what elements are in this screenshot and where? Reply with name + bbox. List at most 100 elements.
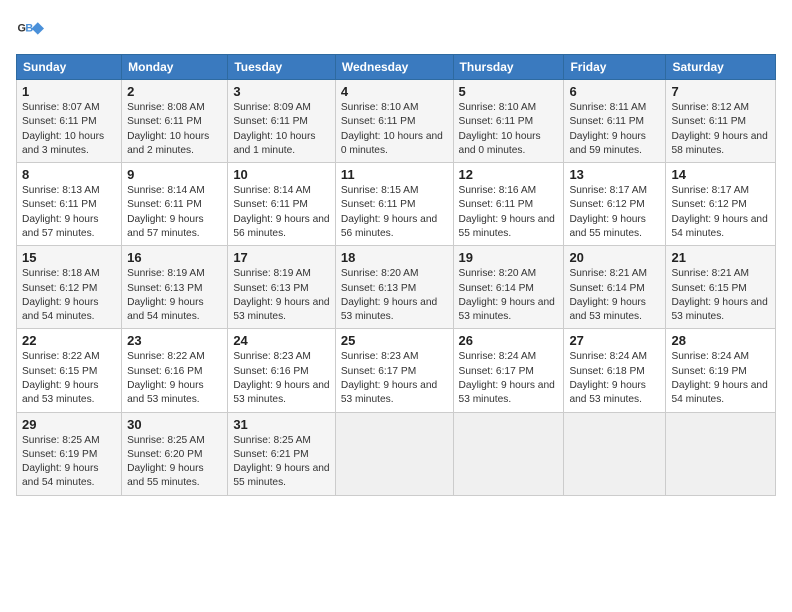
day-info: Sunrise: 8:11 AM Sunset: 6:11 PM Dayligh… [569,101,660,158]
calendar-cell [453,412,564,495]
calendar-week-1: 1 Sunrise: 8:07 AM Sunset: 6:11 PM Dayli… [17,80,776,163]
calendar-cell: 15 Sunrise: 8:18 AM Sunset: 6:12 PM Dayl… [17,246,122,329]
day-info: Sunrise: 8:07 AM Sunset: 6:11 PM Dayligh… [22,101,116,158]
calendar-cell: 25 Sunrise: 8:23 AM Sunset: 6:17 PM Dayl… [335,329,453,412]
day-number: 19 [459,250,559,265]
calendar-cell: 21 Sunrise: 8:21 AM Sunset: 6:15 PM Dayl… [666,246,776,329]
day-info: Sunrise: 8:25 AM Sunset: 6:21 PM Dayligh… [233,434,330,491]
day-info: Sunrise: 8:21 AM Sunset: 6:15 PM Dayligh… [671,267,770,324]
calendar-cell: 20 Sunrise: 8:21 AM Sunset: 6:14 PM Dayl… [564,246,666,329]
day-info: Sunrise: 8:18 AM Sunset: 6:12 PM Dayligh… [22,267,116,324]
day-number: 14 [671,167,770,182]
calendar-cell: 8 Sunrise: 8:13 AM Sunset: 6:11 PM Dayli… [17,163,122,246]
day-info: Sunrise: 8:16 AM Sunset: 6:11 PM Dayligh… [459,184,559,241]
calendar-cell: 13 Sunrise: 8:17 AM Sunset: 6:12 PM Dayl… [564,163,666,246]
calendar-cell: 9 Sunrise: 8:14 AM Sunset: 6:11 PM Dayli… [122,163,228,246]
day-number: 3 [233,84,330,99]
day-number: 4 [341,84,448,99]
day-info: Sunrise: 8:14 AM Sunset: 6:11 PM Dayligh… [127,184,222,241]
day-info: Sunrise: 8:22 AM Sunset: 6:16 PM Dayligh… [127,350,222,407]
day-of-week-monday: Monday [122,55,228,80]
calendar-cell: 30 Sunrise: 8:25 AM Sunset: 6:20 PM Dayl… [122,412,228,495]
day-number: 5 [459,84,559,99]
day-number: 18 [341,250,448,265]
calendar-week-2: 8 Sunrise: 8:13 AM Sunset: 6:11 PM Dayli… [17,163,776,246]
calendar-cell: 22 Sunrise: 8:22 AM Sunset: 6:15 PM Dayl… [17,329,122,412]
day-info: Sunrise: 8:19 AM Sunset: 6:13 PM Dayligh… [233,267,330,324]
day-number: 6 [569,84,660,99]
day-number: 2 [127,84,222,99]
calendar-cell: 28 Sunrise: 8:24 AM Sunset: 6:19 PM Dayl… [666,329,776,412]
calendar-cell: 11 Sunrise: 8:15 AM Sunset: 6:11 PM Dayl… [335,163,453,246]
day-number: 13 [569,167,660,182]
day-info: Sunrise: 8:08 AM Sunset: 6:11 PM Dayligh… [127,101,222,158]
day-number: 24 [233,333,330,348]
calendar-cell: 1 Sunrise: 8:07 AM Sunset: 6:11 PM Dayli… [17,80,122,163]
day-number: 22 [22,333,116,348]
day-info: Sunrise: 8:17 AM Sunset: 6:12 PM Dayligh… [569,184,660,241]
day-info: Sunrise: 8:24 AM Sunset: 6:18 PM Dayligh… [569,350,660,407]
day-number: 20 [569,250,660,265]
calendar-cell [564,412,666,495]
day-number: 27 [569,333,660,348]
day-number: 16 [127,250,222,265]
calendar-cell: 23 Sunrise: 8:22 AM Sunset: 6:16 PM Dayl… [122,329,228,412]
calendar-cell: 10 Sunrise: 8:14 AM Sunset: 6:11 PM Dayl… [228,163,336,246]
day-info: Sunrise: 8:10 AM Sunset: 6:11 PM Dayligh… [459,101,559,158]
page-header: G B [16,16,776,44]
day-of-week-tuesday: Tuesday [228,55,336,80]
day-number: 9 [127,167,222,182]
day-info: Sunrise: 8:09 AM Sunset: 6:11 PM Dayligh… [233,101,330,158]
day-info: Sunrise: 8:20 AM Sunset: 6:14 PM Dayligh… [459,267,559,324]
day-info: Sunrise: 8:12 AM Sunset: 6:11 PM Dayligh… [671,101,770,158]
day-number: 7 [671,84,770,99]
calendar-cell: 7 Sunrise: 8:12 AM Sunset: 6:11 PM Dayli… [666,80,776,163]
day-of-week-wednesday: Wednesday [335,55,453,80]
calendar-cell: 3 Sunrise: 8:09 AM Sunset: 6:11 PM Dayli… [228,80,336,163]
day-number: 10 [233,167,330,182]
calendar-cell: 17 Sunrise: 8:19 AM Sunset: 6:13 PM Dayl… [228,246,336,329]
day-info: Sunrise: 8:19 AM Sunset: 6:13 PM Dayligh… [127,267,222,324]
calendar-cell: 24 Sunrise: 8:23 AM Sunset: 6:16 PM Dayl… [228,329,336,412]
logo: G B [16,16,48,44]
day-info: Sunrise: 8:14 AM Sunset: 6:11 PM Dayligh… [233,184,330,241]
day-number: 28 [671,333,770,348]
day-number: 15 [22,250,116,265]
day-info: Sunrise: 8:20 AM Sunset: 6:13 PM Dayligh… [341,267,448,324]
calendar-cell [666,412,776,495]
day-of-week-thursday: Thursday [453,55,564,80]
calendar-cell: 31 Sunrise: 8:25 AM Sunset: 6:21 PM Dayl… [228,412,336,495]
day-number: 8 [22,167,116,182]
day-number: 21 [671,250,770,265]
day-info: Sunrise: 8:23 AM Sunset: 6:16 PM Dayligh… [233,350,330,407]
calendar-cell [335,412,453,495]
day-number: 25 [341,333,448,348]
day-number: 29 [22,417,116,432]
day-info: Sunrise: 8:13 AM Sunset: 6:11 PM Dayligh… [22,184,116,241]
calendar-cell: 5 Sunrise: 8:10 AM Sunset: 6:11 PM Dayli… [453,80,564,163]
day-of-week-friday: Friday [564,55,666,80]
day-info: Sunrise: 8:23 AM Sunset: 6:17 PM Dayligh… [341,350,448,407]
calendar-cell: 6 Sunrise: 8:11 AM Sunset: 6:11 PM Dayli… [564,80,666,163]
day-of-week-sunday: Sunday [17,55,122,80]
day-info: Sunrise: 8:17 AM Sunset: 6:12 PM Dayligh… [671,184,770,241]
calendar-cell: 12 Sunrise: 8:16 AM Sunset: 6:11 PM Dayl… [453,163,564,246]
day-info: Sunrise: 8:22 AM Sunset: 6:15 PM Dayligh… [22,350,116,407]
calendar-cell: 16 Sunrise: 8:19 AM Sunset: 6:13 PM Dayl… [122,246,228,329]
day-info: Sunrise: 8:25 AM Sunset: 6:19 PM Dayligh… [22,434,116,491]
day-number: 26 [459,333,559,348]
day-of-week-saturday: Saturday [666,55,776,80]
day-info: Sunrise: 8:24 AM Sunset: 6:19 PM Dayligh… [671,350,770,407]
calendar-table: SundayMondayTuesdayWednesdayThursdayFrid… [16,54,776,496]
calendar-cell: 18 Sunrise: 8:20 AM Sunset: 6:13 PM Dayl… [335,246,453,329]
logo-icon: G B [16,16,44,44]
day-number: 23 [127,333,222,348]
day-number: 12 [459,167,559,182]
calendar-cell: 29 Sunrise: 8:25 AM Sunset: 6:19 PM Dayl… [17,412,122,495]
calendar-cell: 19 Sunrise: 8:20 AM Sunset: 6:14 PM Dayl… [453,246,564,329]
day-number: 30 [127,417,222,432]
day-info: Sunrise: 8:24 AM Sunset: 6:17 PM Dayligh… [459,350,559,407]
calendar-week-4: 22 Sunrise: 8:22 AM Sunset: 6:15 PM Dayl… [17,329,776,412]
day-info: Sunrise: 8:10 AM Sunset: 6:11 PM Dayligh… [341,101,448,158]
calendar-cell: 14 Sunrise: 8:17 AM Sunset: 6:12 PM Dayl… [666,163,776,246]
